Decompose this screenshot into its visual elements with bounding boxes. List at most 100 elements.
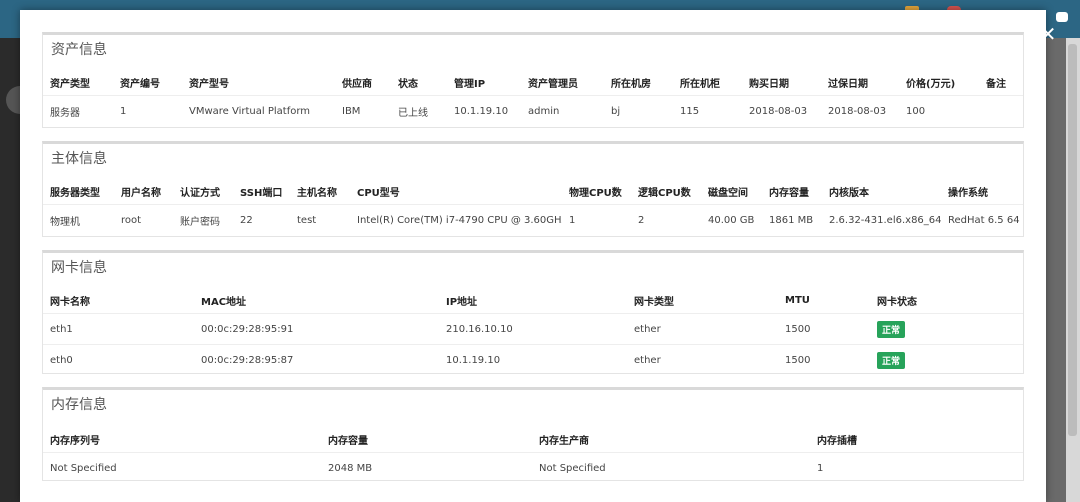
table-cell: 已上线 bbox=[391, 95, 447, 126]
nic-type-cell: ether bbox=[627, 344, 778, 375]
column-header: 所在机房 bbox=[611, 78, 651, 90]
host-info-panel: 主体信息 服务器类型 用户名称 认证方式 SSH端口 主机名称 CPU型号 物理CPU数 逻辑… bbox=[42, 141, 1024, 237]
table-cell: Not Specified bbox=[532, 452, 810, 483]
table-cell: 物理机 bbox=[43, 204, 114, 235]
nic-info-panel: 网卡信息 网卡名称 MAC地址 IP地址 网卡类型 MTU 网卡状态 eth1 00:0c:… bbox=[42, 250, 1024, 375]
column-header: 价格(万元) bbox=[906, 78, 956, 90]
table-row: eth1 00:0c:29:28:95:91 210.16.10.10 ether 15… bbox=[43, 313, 1023, 345]
column-header: 网卡类型 bbox=[634, 296, 674, 308]
asset-info-title: 资产信息 bbox=[51, 42, 107, 58]
column-header: 供应商 bbox=[342, 78, 372, 90]
nic-mac-cell: 00:0c:29:28:95:87 bbox=[194, 344, 439, 375]
table-cell: 10.1.19.10 bbox=[447, 95, 521, 126]
column-header: 物理CPU数 bbox=[569, 187, 622, 199]
table-cell: 22 bbox=[233, 204, 290, 235]
column-header: SSH端口 bbox=[240, 187, 283, 199]
column-header: MAC地址 bbox=[201, 296, 247, 308]
status-badge: 正常 bbox=[877, 351, 906, 369]
table-cell: 2 bbox=[631, 204, 701, 235]
memory-info-table: 内存序列号 内存容量 内存生产商 内存插槽 Not Specified 2048 MB N… bbox=[43, 426, 1023, 483]
chat-icon[interactable] bbox=[1056, 12, 1068, 22]
column-header: 资产型号 bbox=[189, 78, 229, 90]
table-cell: admin bbox=[521, 95, 604, 126]
column-header: 服务器类型 bbox=[50, 187, 100, 199]
table-cell: RedHat 6.5 64 bbox=[941, 204, 1023, 235]
column-header: 过保日期 bbox=[828, 78, 868, 90]
table-row: 服务器 1 VMware Virtual Platform IBM 已上线 10.1.19… bbox=[43, 95, 1023, 126]
nic-name-cell: eth1 bbox=[43, 313, 194, 345]
table-cell: bj bbox=[604, 95, 673, 126]
column-header: 内存容量 bbox=[328, 435, 368, 447]
column-header: 网卡名称 bbox=[50, 296, 90, 308]
column-header: IP地址 bbox=[446, 296, 478, 308]
table-cell: 1 bbox=[562, 204, 631, 235]
table-cell: 1861 MB bbox=[762, 204, 822, 235]
memory-info-panel: 内存信息 内存序列号 内存容量 内存生产商 内存插槽 Not Specified 204… bbox=[42, 387, 1024, 483]
nic-ip-cell: 210.16.10.10 bbox=[439, 313, 627, 345]
table-row: Not Specified 2048 MB Not Specified 1 bbox=[43, 452, 1023, 483]
asset-info-panel: 资产信息 资产类型 资产编号 资产型号 供应商 状态 管理IP 资产管理员 所在机房 所在机柜 购… bbox=[42, 32, 1024, 128]
column-header: 逻辑CPU数 bbox=[638, 187, 691, 199]
table-cell: 2048 MB bbox=[321, 452, 532, 483]
table-cell: 115 bbox=[673, 95, 742, 126]
nic-status-cell: 正常 bbox=[870, 313, 1023, 345]
column-header: CPU型号 bbox=[357, 187, 400, 199]
table-cell: IBM bbox=[335, 95, 391, 126]
column-header: 用户名称 bbox=[121, 187, 161, 199]
table-cell: 2018-08-03 bbox=[742, 95, 821, 126]
table-cell: 2.6.32-431.el6.x86_64 bbox=[822, 204, 941, 235]
table-cell: 40.00 GB bbox=[701, 204, 762, 235]
column-header: 购买日期 bbox=[749, 78, 789, 90]
host-info-table: 服务器类型 用户名称 认证方式 SSH端口 主机名称 CPU型号 物理CPU数 逻辑CPU数 磁… bbox=[43, 178, 1023, 235]
table-cell: Not Specified bbox=[43, 452, 321, 483]
table-cell: 服务器 bbox=[43, 95, 113, 126]
column-header: 资产类型 bbox=[50, 78, 90, 90]
column-header: 管理IP bbox=[454, 78, 486, 90]
nic-ip-cell: 10.1.19.10 bbox=[439, 344, 627, 375]
asset-info-table: 资产类型 资产编号 资产型号 供应商 状态 管理IP 资产管理员 所在机房 所在机柜 购买日期 过保… bbox=[43, 69, 1023, 126]
column-header: 磁盘空间 bbox=[708, 187, 748, 199]
table-cell: 100 bbox=[899, 95, 979, 126]
column-header: 内存插槽 bbox=[817, 435, 857, 447]
table-cell: 2018-08-03 bbox=[821, 95, 899, 126]
column-header: 备注 bbox=[986, 78, 1006, 90]
table-cell bbox=[979, 95, 1023, 126]
table-cell: 1 bbox=[810, 452, 1023, 483]
nic-mtu-cell: 1500 bbox=[778, 313, 870, 345]
table-cell: root bbox=[114, 204, 173, 235]
nic-name-cell: eth0 bbox=[43, 344, 194, 375]
close-icon[interactable]: ✕ bbox=[1038, 24, 1058, 44]
table-cell: test bbox=[290, 204, 350, 235]
column-header: 状态 bbox=[398, 78, 418, 90]
scrollbar-thumb[interactable] bbox=[1068, 44, 1077, 436]
column-header: 主机名称 bbox=[297, 187, 337, 199]
nic-mtu-cell: 1500 bbox=[778, 344, 870, 375]
column-header: 资产管理员 bbox=[528, 78, 578, 90]
memory-info-title: 内存信息 bbox=[51, 397, 107, 413]
nic-type-cell: ether bbox=[627, 313, 778, 345]
table-cell: 1 bbox=[113, 95, 182, 126]
column-header: 内存序列号 bbox=[50, 435, 100, 447]
column-header: 资产编号 bbox=[120, 78, 160, 90]
column-header: 所在机柜 bbox=[680, 78, 720, 90]
sidebar bbox=[0, 38, 34, 502]
nic-mac-cell: 00:0c:29:28:95:91 bbox=[194, 313, 439, 345]
nic-status-cell: 正常 bbox=[870, 344, 1023, 375]
asset-detail-modal: 资产信息 资产类型 资产编号 资产型号 供应商 状态 管理IP 资产管理员 所在机房 所在机柜 购… bbox=[20, 10, 1046, 502]
table-row: 物理机 root 账户密码 22 test Intel(R) Core(TM) i7-47… bbox=[43, 204, 1023, 235]
host-info-title: 主体信息 bbox=[51, 151, 107, 167]
column-header: 网卡状态 bbox=[877, 296, 917, 308]
nic-info-table: 网卡名称 MAC地址 IP地址 网卡类型 MTU 网卡状态 eth1 00:0c:29:28… bbox=[43, 287, 1023, 375]
column-header: 内存容量 bbox=[769, 187, 809, 199]
table-row: eth0 00:0c:29:28:95:87 10.1.19.10 ether 1500… bbox=[43, 344, 1023, 375]
column-header: 认证方式 bbox=[180, 187, 220, 199]
table-cell: Intel(R) Core(TM) i7-4790 CPU @ 3.60GHz bbox=[350, 204, 562, 235]
table-cell: VMware Virtual Platform bbox=[182, 95, 335, 126]
nic-info-title: 网卡信息 bbox=[51, 260, 107, 276]
column-header: 内存生产商 bbox=[539, 435, 589, 447]
column-header: 操作系统 bbox=[948, 187, 988, 199]
column-header: 内核版本 bbox=[829, 187, 869, 199]
table-cell: 账户密码 bbox=[173, 204, 233, 235]
column-header: MTU bbox=[785, 294, 810, 306]
status-badge: 正常 bbox=[877, 320, 906, 338]
